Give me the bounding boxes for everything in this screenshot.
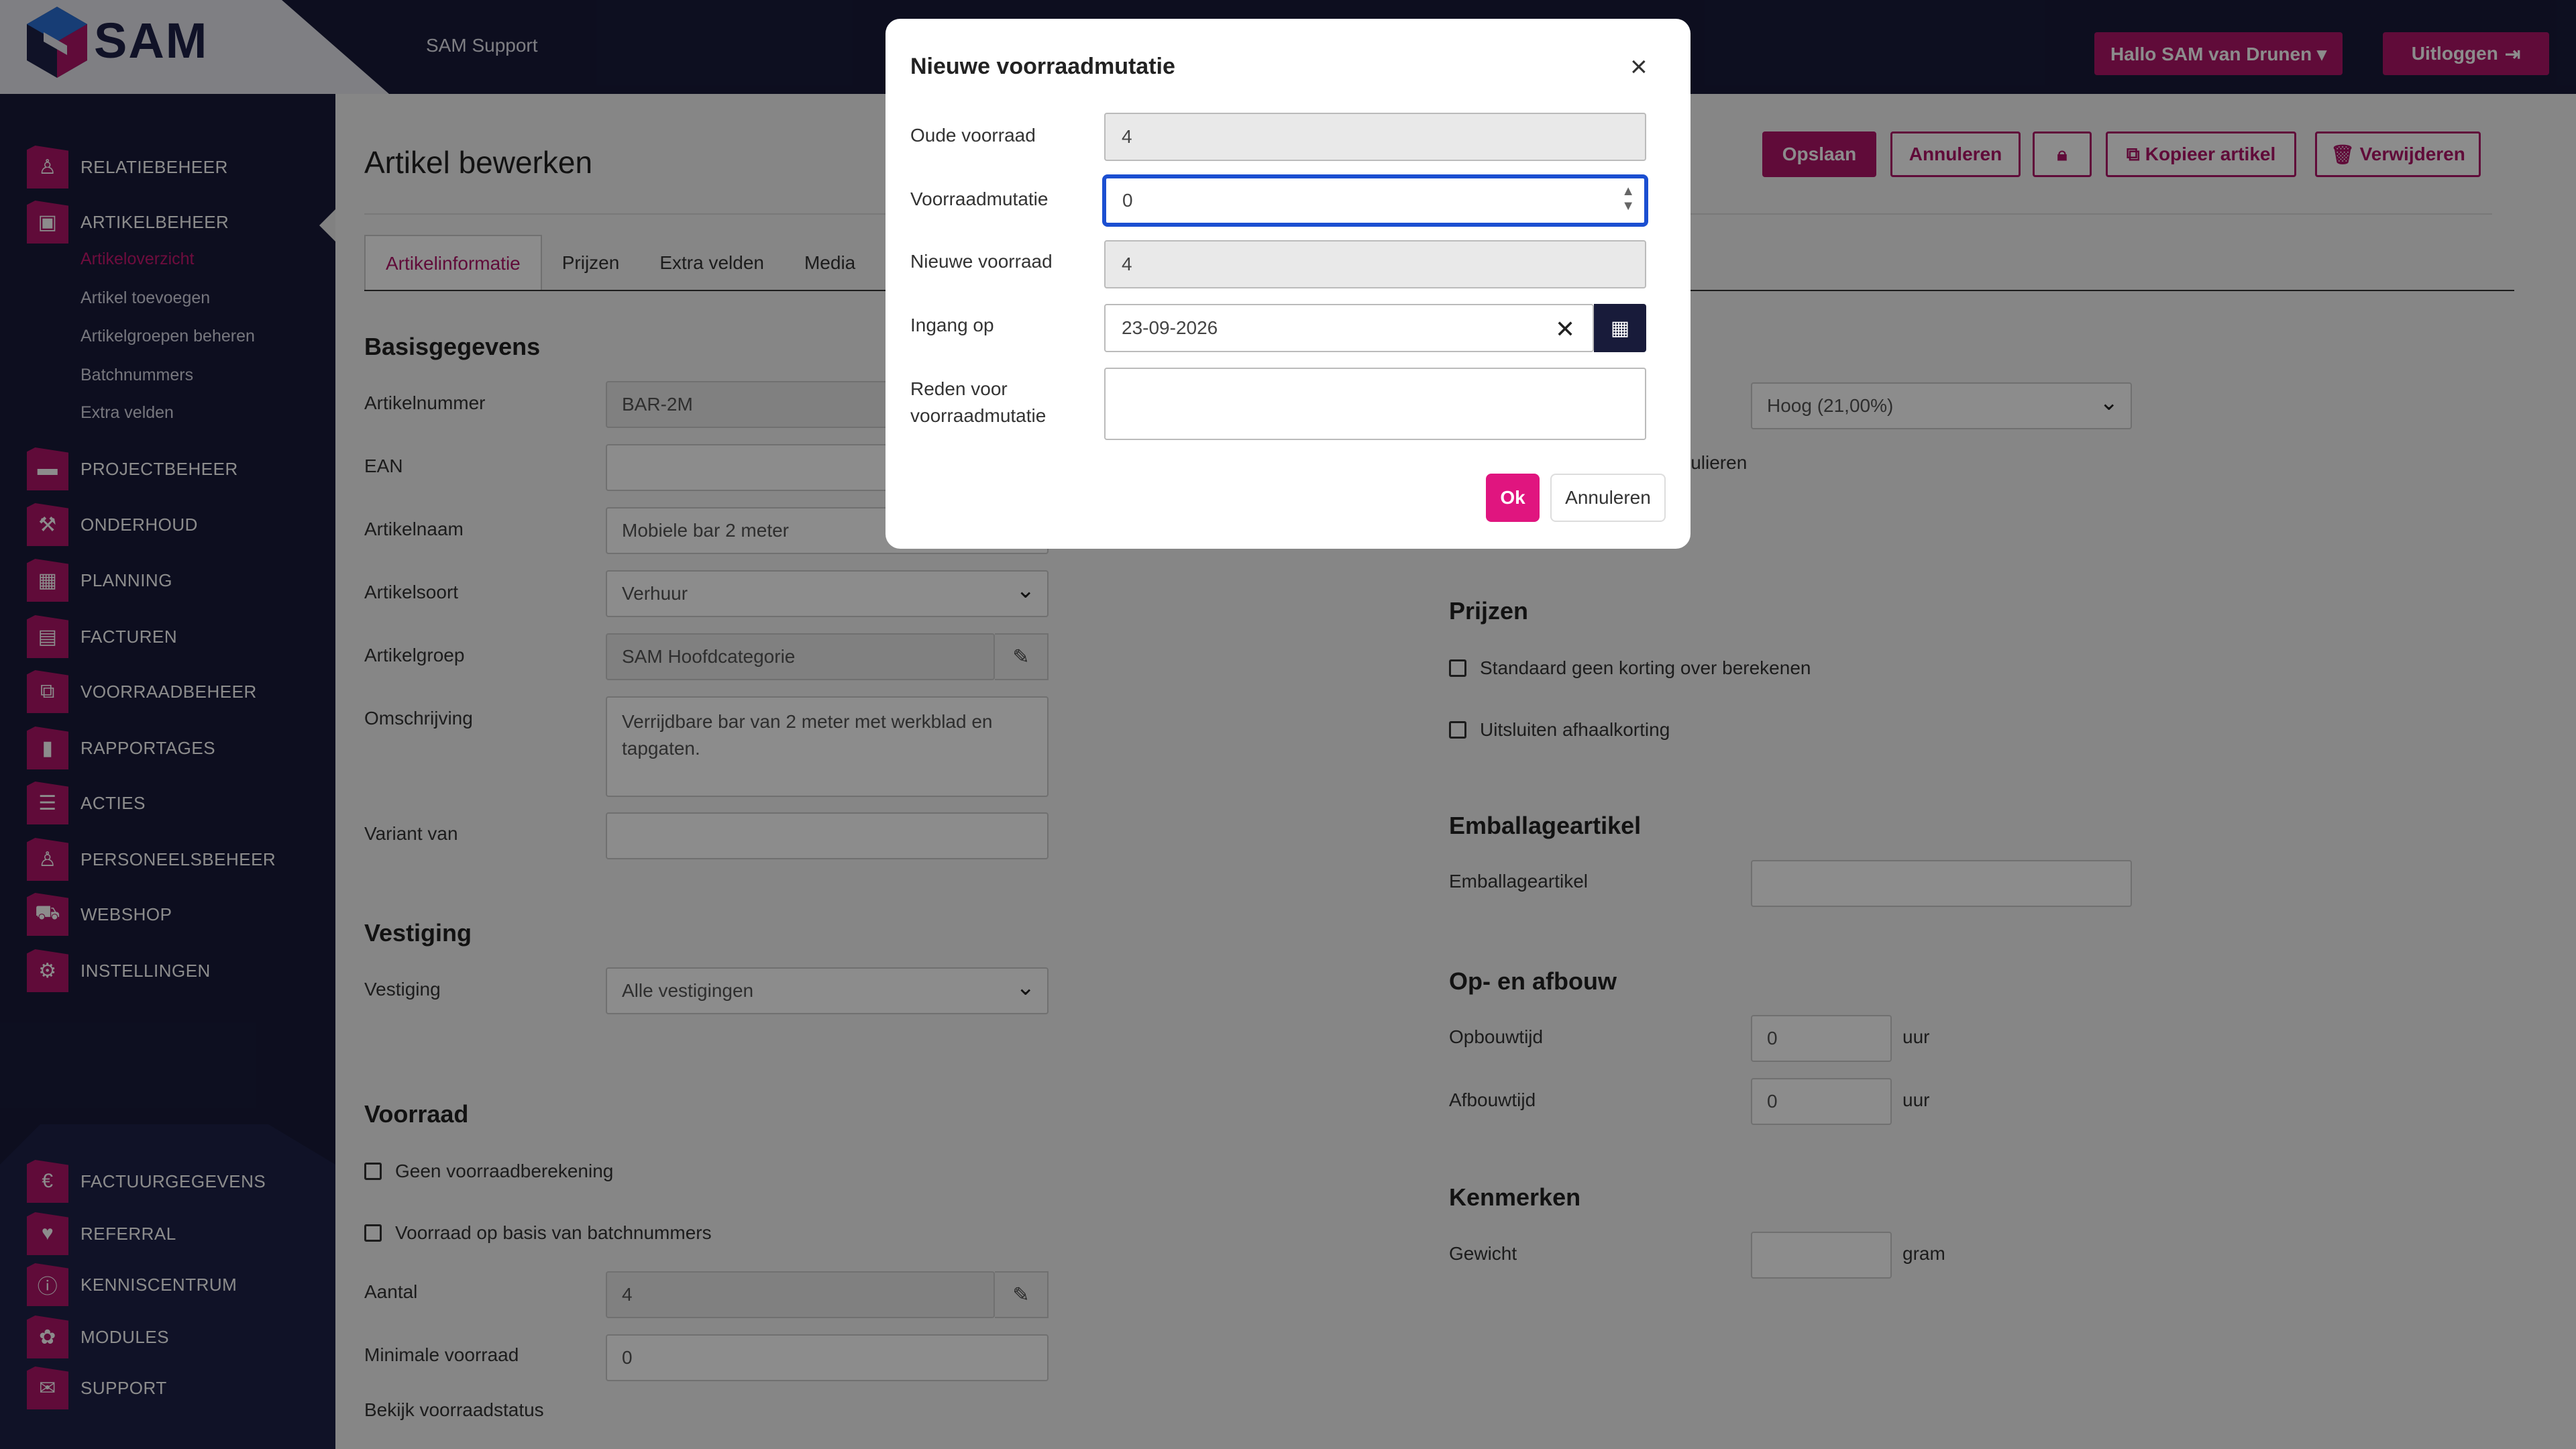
ingang-label: Ingang op [910, 315, 994, 335]
clear-date-icon[interactable]: ✕ [1555, 315, 1575, 343]
oude-voorraad-label: Oude voorraad [910, 125, 1036, 146]
ingang-date-input[interactable]: 23-09-2026 [1104, 304, 1594, 352]
number-spinner-icon[interactable]: ▲ ▼ [1621, 184, 1635, 213]
calendar-button[interactable]: ▦ [1594, 304, 1646, 352]
dialog-cancel-button[interactable]: Annuleren [1550, 474, 1666, 522]
reden-label-line1: Reden voor [910, 378, 1008, 399]
reden-label-line2: voorraadmutatie [910, 405, 1046, 426]
close-icon[interactable]: × [1630, 52, 1648, 82]
oude-voorraad-field[interactable]: 4 [1104, 113, 1646, 161]
voorraadmutatie-input[interactable]: 0 ▲ ▼ [1102, 174, 1648, 227]
nieuwe-voorraad-field[interactable]: 4 [1104, 240, 1646, 288]
voorraadmutatie-label: Voorraadmutatie [910, 189, 1049, 209]
nieuwe-voorraad-label: Nieuwe voorraad [910, 251, 1053, 272]
reden-textarea[interactable] [1104, 368, 1646, 440]
voorraadmutatie-value: 0 [1122, 190, 1133, 211]
ok-button[interactable]: Ok [1486, 474, 1540, 522]
dialog-title: Nieuwe voorraadmutatie [910, 54, 1175, 79]
calendar-icon: ▦ [1610, 317, 1630, 339]
